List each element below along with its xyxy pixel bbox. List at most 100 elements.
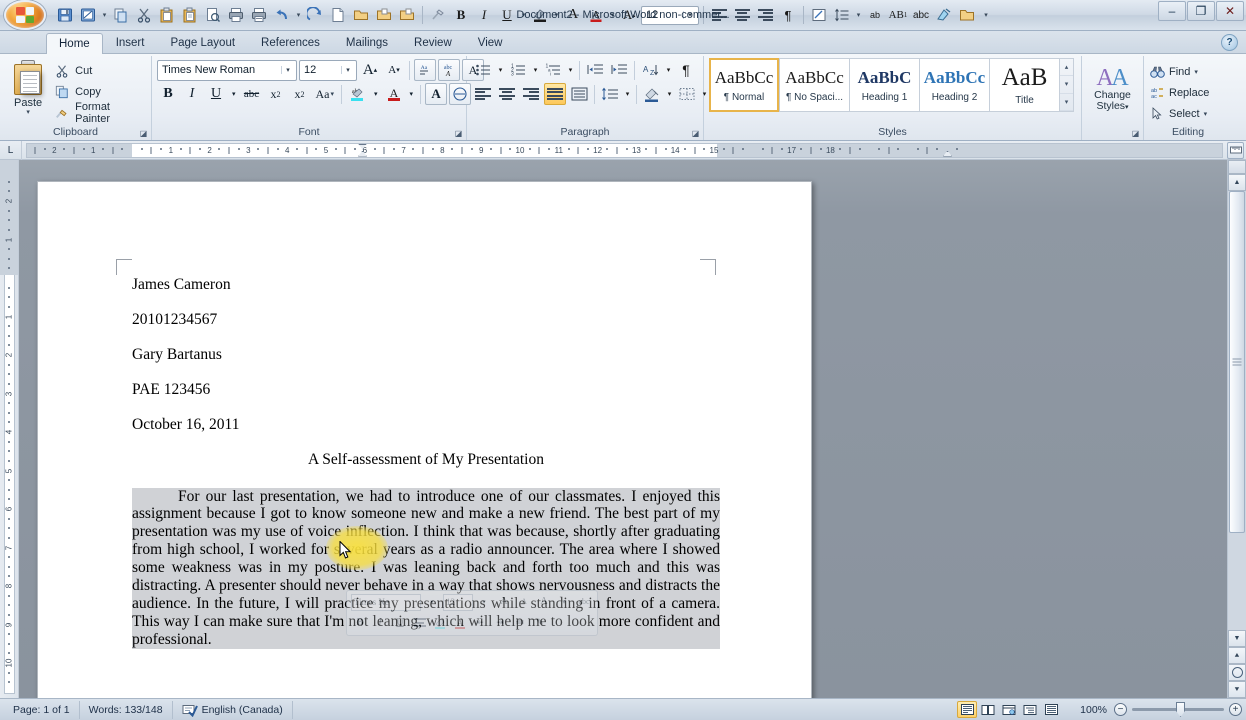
horizontal-ruler[interactable]: 2 1 1 2 3 4 5 6 7 8 9 10 11 12 13 14 15 17 18 [26,142,1223,158]
bullets-button[interactable] [472,59,494,81]
scroll-down-button[interactable]: ▼ [1228,630,1246,647]
chevron-down-icon[interactable]: ▾ [519,4,528,26]
minimize-button[interactable]: – [1158,1,1186,21]
paste-special-icon[interactable] [179,4,201,26]
multilevel-chevron-down-icon[interactable]: ▾ [566,59,575,81]
restore-button[interactable]: ❐ [1187,1,1215,21]
zoom-slider[interactable]: − + [1114,702,1242,717]
find-button[interactable]: Find ▾ [1149,61,1201,82]
font-dialog-launcher[interactable]: ◪ [453,128,464,139]
font-color-icon[interactable]: A [585,4,607,26]
underline-button[interactable]: U [205,83,227,105]
highlight-chevron-down-icon[interactable]: ▾ [371,83,381,105]
print-layout-view-button[interactable] [957,701,977,718]
font-color-chevron-down-icon[interactable]: ▾ [407,83,417,105]
align-center-button[interactable] [496,83,518,105]
grow-font-icon[interactable]: A [562,4,584,26]
multilevel-list-button[interactable]: 1ai [542,59,564,81]
font-size-combo[interactable]: 12 ▾ [299,59,357,81]
copy-button[interactable]: Copy [51,81,146,102]
grow-font-button[interactable]: A ▴ [359,59,381,81]
zoom-in-button[interactable]: + [1229,703,1242,716]
quick-print-icon[interactable] [248,4,270,26]
superscript-button[interactable]: x2 [289,83,311,105]
sort-button[interactable]: AZ [639,59,662,81]
align-center-icon[interactable] [731,4,753,26]
sort-chevron-down-icon[interactable]: ▾ [664,59,673,81]
underline-chevron-down-icon[interactable]: ▾ [229,83,239,105]
split-window-handle[interactable] [1228,160,1246,174]
styles-scroll-up-button[interactable]: ▴ [1060,59,1073,77]
paste-button[interactable]: Paste ▾ [5,58,51,117]
shading-chevron-down-icon[interactable]: ▾ [665,83,674,105]
customize-quick-access-toolbar-button[interactable]: ▾ [979,5,993,25]
tab-home[interactable]: Home [46,33,103,54]
open-yellow-folder-icon[interactable] [956,4,978,26]
clipboard-dialog-launcher[interactable]: ◪ [138,128,149,139]
draft-view-button[interactable] [1041,701,1061,718]
cut-button[interactable]: Cut [51,60,146,81]
replace-button[interactable]: ab ac Replace [1149,82,1212,103]
zoom-thumb[interactable] [1176,702,1185,717]
undo-typing-icon[interactable] [77,4,99,26]
zoom-track[interactable] [1132,702,1224,717]
scroll-track[interactable] [1228,191,1246,630]
align-right-button[interactable] [520,83,542,105]
print-preview-icon[interactable] [202,4,224,26]
document-page[interactable]: James Cameron 20101234567 Gary Bartanus … [37,181,812,698]
line-spacing-button[interactable] [599,83,621,105]
select-button[interactable]: Select ▾ [1149,103,1210,124]
qat-font-size-combo[interactable]: 12 ▾ [641,5,699,25]
spelling-grammar-icon[interactable]: abc [910,4,932,26]
show-formatting-marks-button[interactable]: ¶ [675,59,697,81]
text-effects-button[interactable]: A [425,83,448,105]
font-name-combo[interactable]: Times New Roman ▾ [157,59,297,81]
chevron-down-icon[interactable]: ▾ [854,4,863,26]
thesaurus-icon[interactable] [933,4,955,26]
tab-view[interactable]: View [465,32,516,53]
close-button[interactable]: ✕ [1216,1,1244,21]
document-text[interactable]: James Cameron 20101234567 Gary Bartanus … [132,277,720,649]
highlight-color-icon[interactable] [529,4,551,26]
italic-button[interactable]: I [181,83,203,105]
full-screen-reading-view-button[interactable] [978,701,998,718]
paragraph-dialog-launcher[interactable]: ◪ [690,128,701,139]
change-case-button[interactable]: Aa ▾ [313,83,338,105]
underline-icon[interactable]: U [496,4,518,26]
zoom-out-button[interactable]: − [1114,703,1127,716]
vertical-ruler[interactable]: 2 1 1 2 3 4 5 6 7 8 9 10 [0,160,19,698]
shrink-font-button[interactable]: A ▾ [383,59,405,81]
increase-indent-button[interactable] [608,59,630,81]
chevron-down-icon[interactable]: ▾ [1125,104,1129,111]
track-changes-icon[interactable] [808,4,830,26]
office-button[interactable] [4,0,46,30]
strikethrough-button[interactable]: abc [241,83,263,105]
proofing-status[interactable]: English (Canada) [173,700,293,719]
phonetic-guide-button[interactable]: Aa [414,59,436,81]
style-heading-2[interactable]: AaBbCc Heading 2 [919,58,989,112]
previous-page-button[interactable]: ⯅ [1228,647,1246,664]
format-painter-small-icon[interactable] [427,4,449,26]
justify-button[interactable] [544,83,566,105]
tab-review[interactable]: Review [401,32,465,53]
word-count-indicator[interactable]: Words: 133/148 [80,700,173,719]
cut-icon[interactable] [133,4,155,26]
styles-more-button[interactable]: ▾ [1060,94,1073,111]
open-folder-icon[interactable] [396,4,418,26]
bullets-chevron-down-icon[interactable]: ▾ [496,59,505,81]
chevron-down-icon[interactable]: ▾ [608,4,617,26]
style-title[interactable]: AaB Title [989,58,1059,112]
align-left-icon[interactable] [708,4,730,26]
scroll-thumb[interactable] [1229,191,1245,533]
open-icon[interactable] [350,4,372,26]
align-left-button[interactable] [472,83,494,105]
zoom-level[interactable]: 100% [1069,704,1107,716]
copy-icon[interactable] [110,4,132,26]
chevron-down-icon[interactable]: ▾ [341,66,354,74]
bold-icon[interactable]: B [450,4,472,26]
clear-formatting-button[interactable]: abc A [438,59,460,81]
chevron-down-icon[interactable]: ▾ [26,109,30,117]
chevron-down-icon[interactable]: ▾ [281,66,294,74]
style-normal[interactable]: AaBbCc ¶ Normal [709,58,779,112]
vertical-scrollbar[interactable]: ▲ ▼ ⯅ ⯆ [1227,160,1246,698]
